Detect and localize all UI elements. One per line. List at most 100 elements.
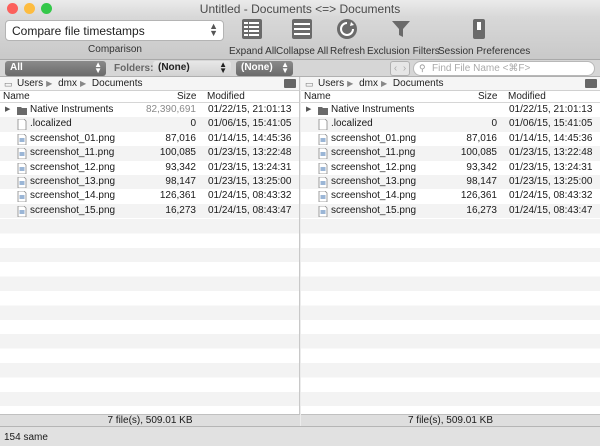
file-icon bbox=[17, 119, 27, 131]
file-name: screenshot_12.png bbox=[331, 161, 417, 173]
table-row[interactable]: screenshot_01.png 87,016 01/14/15, 14:45:3… bbox=[301, 132, 600, 146]
table-row[interactable]: ▶ Native Instruments 82,390,691 01/22/15, 2… bbox=[0, 103, 299, 117]
chevron-left-icon[interactable]: ‹ bbox=[391, 62, 400, 75]
file-modified: 01/06/15, 15:41:05 bbox=[208, 118, 292, 130]
file-size: 93,342 bbox=[165, 161, 196, 173]
collapse-all-button[interactable]: Collapse All bbox=[276, 18, 328, 57]
left-file-list: ▶ Native Instruments 82,390,691 01/22/15, 2… bbox=[0, 103, 299, 219]
chevron-right-icon: ▶ bbox=[347, 79, 354, 88]
file-size: 16,273 bbox=[165, 204, 196, 216]
table-row[interactable]: .localized 0 01/06/15, 15:41:05 bbox=[0, 117, 299, 132]
breadcrumb-item[interactable]: Documents bbox=[393, 78, 444, 89]
expand-all-label: Expand All bbox=[229, 46, 277, 57]
image-file-icon bbox=[318, 205, 328, 217]
file-size: 100,085 bbox=[460, 147, 497, 159]
table-row[interactable]: screenshot_12.png 93,342 01/23/15, 13:24:3… bbox=[0, 161, 299, 175]
table-row[interactable]: .localized 0 01/06/15, 15:41:05 bbox=[301, 117, 600, 132]
right-footer-summary: 7 file(s), 509.01 KB bbox=[301, 414, 600, 426]
table-row[interactable]: screenshot_11.png 100,085 01/23/15, 13:22:… bbox=[0, 146, 299, 161]
table-row[interactable]: screenshot_13.png 98,147 01/23/15, 13:25:0… bbox=[301, 174, 600, 190]
file-icon bbox=[318, 119, 328, 131]
file-modified: 01/14/15, 14:45:36 bbox=[509, 132, 593, 144]
file-modified: 01/24/15, 08:43:32 bbox=[509, 190, 593, 202]
image-file-icon bbox=[17, 205, 27, 217]
breadcrumb-item[interactable]: dmx bbox=[58, 78, 77, 89]
file-modified: 01/22/15, 21:01:13 bbox=[509, 104, 593, 115]
folders-label: Folders: bbox=[114, 63, 154, 74]
file-size: 98,147 bbox=[165, 175, 196, 187]
file-name: .localized bbox=[331, 118, 373, 130]
disclosure-triangle-icon[interactable]: ▶ bbox=[5, 103, 10, 117]
folders-value: (None) bbox=[158, 62, 190, 73]
table-row[interactable]: ▶ Native Instruments 01/22/15, 21:01:13 bbox=[301, 103, 600, 117]
table-row[interactable]: screenshot_12.png 93,342 01/23/15, 13:24:3… bbox=[301, 161, 600, 175]
file-name: screenshot_11.png bbox=[30, 147, 115, 159]
table-row[interactable]: screenshot_15.png 16,273 01/24/15, 08:43:4… bbox=[301, 203, 600, 219]
file-size: 0 bbox=[190, 118, 196, 130]
image-file-icon bbox=[318, 191, 328, 203]
funnel-icon bbox=[391, 21, 410, 37]
file-name: screenshot_13.png bbox=[331, 175, 417, 187]
collapse-all-icon bbox=[292, 19, 312, 39]
column-header: Name Size Modified bbox=[301, 91, 600, 103]
expand-all-button[interactable]: Expand All bbox=[229, 18, 277, 57]
breadcrumb-item[interactable]: dmx bbox=[359, 78, 378, 89]
file-name: screenshot_14.png bbox=[331, 190, 417, 202]
session-preferences-button[interactable]: Session Preferences bbox=[438, 18, 530, 57]
column-name[interactable]: Name bbox=[304, 91, 331, 102]
chevron-updown-icon: ▲ ▼ bbox=[209, 21, 218, 38]
exclusion-filters-button[interactable]: Exclusion Filters bbox=[367, 18, 440, 57]
folder-browse-icon[interactable] bbox=[284, 79, 296, 88]
file-modified: 01/23/15, 13:24:31 bbox=[509, 161, 593, 173]
breadcrumb-item[interactable]: Documents bbox=[92, 78, 143, 89]
exclusion-filters-label: Exclusion Filters bbox=[367, 46, 440, 57]
folder-browse-icon[interactable] bbox=[585, 79, 597, 88]
file-size: 126,361 bbox=[460, 190, 497, 202]
column-size[interactable]: Size bbox=[478, 91, 497, 102]
disk-icon: ▭ bbox=[305, 79, 314, 89]
secondary-filter-select[interactable]: (None) ▲ ▼ bbox=[236, 61, 293, 76]
breadcrumb-item[interactable]: Users bbox=[318, 78, 344, 89]
file-modified: 01/23/15, 13:25:00 bbox=[509, 175, 593, 187]
chevron-right-icon: ▶ bbox=[380, 79, 388, 88]
image-file-icon bbox=[318, 162, 328, 174]
left-footer-summary: 7 file(s), 509.01 KB bbox=[0, 414, 300, 426]
find-file-input[interactable]: ⚲ Find File Name <⌘F> bbox=[413, 61, 595, 76]
status-text: 154 same bbox=[4, 432, 48, 443]
find-file-placeholder: Find File Name <⌘F> bbox=[432, 63, 531, 74]
folder-icon bbox=[318, 107, 328, 115]
table-row[interactable]: screenshot_15.png 16,273 01/24/15, 08:43:4… bbox=[0, 203, 299, 219]
file-size: 93,342 bbox=[466, 161, 497, 173]
column-size[interactable]: Size bbox=[177, 91, 196, 102]
file-modified: 01/23/15, 13:25:00 bbox=[208, 175, 292, 187]
file-size: 82,390,691 bbox=[145, 104, 196, 115]
file-name: screenshot_01.png bbox=[30, 132, 116, 144]
display-filter-select[interactable]: All ▲ ▼ bbox=[5, 61, 106, 76]
right-breadcrumb: ▭ Users ▶ dmx ▶ Documents bbox=[301, 77, 600, 91]
column-modified[interactable]: Modified bbox=[508, 91, 546, 102]
column-modified[interactable]: Modified bbox=[207, 91, 245, 102]
disclosure-triangle-icon[interactable]: ▶ bbox=[306, 103, 311, 117]
file-name: screenshot_01.png bbox=[331, 132, 417, 144]
table-row[interactable]: screenshot_11.png 100,085 01/23/15, 13:22:… bbox=[301, 146, 600, 161]
image-file-icon bbox=[17, 162, 27, 174]
comparison-select[interactable]: Compare file timestamps ▲ ▼ bbox=[5, 20, 224, 41]
chevron-right-icon: ▶ bbox=[46, 79, 53, 88]
file-name: screenshot_15.png bbox=[331, 204, 417, 216]
status-bar: 154 same bbox=[0, 426, 600, 446]
breadcrumb-item[interactable]: Users bbox=[17, 78, 43, 89]
chevron-updown-icon: ▲ ▼ bbox=[219, 60, 227, 75]
table-row[interactable]: screenshot_01.png 87,016 01/14/15, 14:45:3… bbox=[0, 132, 299, 146]
switch-icon bbox=[473, 19, 485, 39]
chevron-right-icon[interactable]: › bbox=[400, 62, 409, 75]
table-row[interactable]: screenshot_14.png 126,361 01/24/15, 08:43:… bbox=[0, 189, 299, 203]
column-name[interactable]: Name bbox=[3, 91, 30, 102]
file-modified: 01/24/15, 08:43:47 bbox=[509, 204, 593, 216]
folders-select[interactable]: (None) ▲ ▼ bbox=[153, 61, 231, 76]
file-name: screenshot_11.png bbox=[331, 147, 416, 159]
table-row[interactable]: screenshot_13.png 98,147 01/23/15, 13:25:0… bbox=[0, 174, 299, 190]
file-modified: 01/23/15, 13:22:48 bbox=[208, 147, 292, 159]
file-name: screenshot_12.png bbox=[30, 161, 116, 173]
table-row[interactable]: screenshot_14.png 126,361 01/24/15, 08:43:… bbox=[301, 189, 600, 203]
refresh-button[interactable]: Refresh bbox=[330, 18, 365, 57]
